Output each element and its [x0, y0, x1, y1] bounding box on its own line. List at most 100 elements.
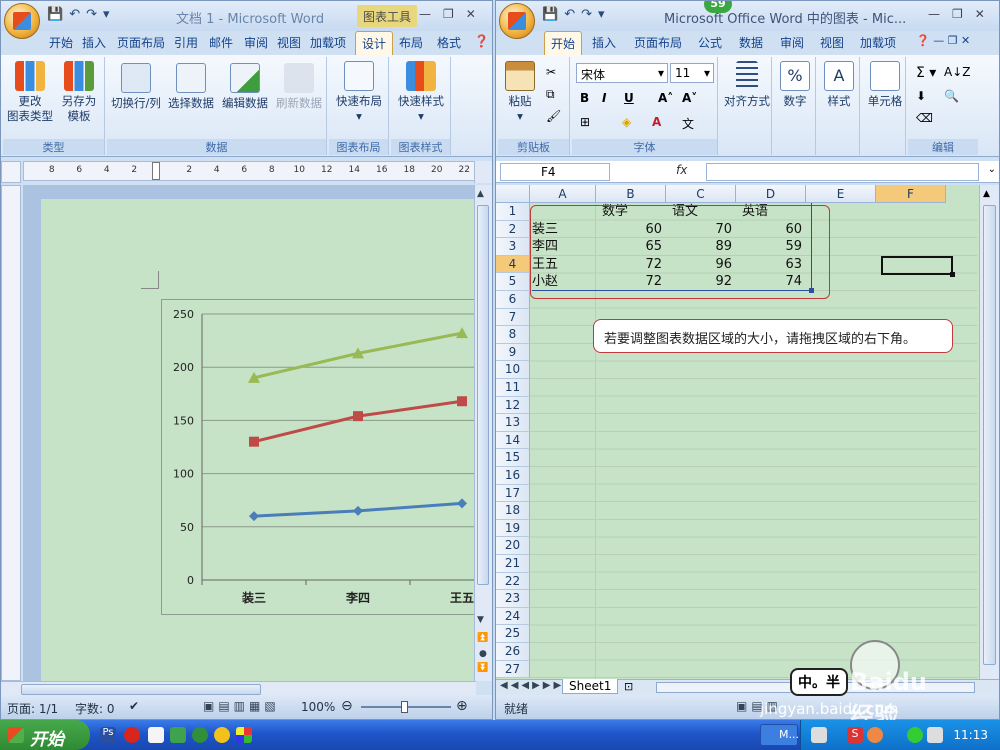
column-header-d[interactable]: D	[736, 185, 806, 203]
app4-icon[interactable]	[236, 727, 252, 743]
borders-icon[interactable]: ⊞	[580, 115, 590, 129]
tab-page-layout[interactable]: 页面布局	[634, 34, 682, 51]
column-header-c[interactable]: C	[666, 185, 736, 203]
tab-home[interactable]: 开始	[49, 34, 73, 51]
zoom-in-icon[interactable]: ⊕	[456, 698, 468, 714]
tray-volume-icon[interactable]	[927, 727, 943, 743]
excel-horizontal-scrollbar[interactable]	[656, 682, 975, 693]
tray-s-icon[interactable]: S	[847, 727, 863, 743]
chart-data-range-border[interactable]	[532, 203, 812, 291]
start-button[interactable]: 开始	[0, 720, 90, 750]
excel-vertical-scrollbar[interactable]: ▲	[979, 185, 999, 679]
copy-icon[interactable]: ⧉	[546, 87, 555, 102]
view-buttons[interactable]: ▣▤▥	[736, 699, 782, 713]
row-header[interactable]: 27	[496, 660, 530, 679]
tray-app-icon[interactable]	[867, 727, 883, 743]
sheet-tab-sheet1[interactable]: Sheet1	[562, 679, 619, 694]
qat-more-icon[interactable]: ▾	[103, 7, 110, 22]
shrink-font-icon[interactable]: A˅	[682, 91, 697, 105]
format-painter-icon[interactable]: 🖌	[546, 109, 561, 123]
undo-icon[interactable]: ↶	[564, 7, 575, 22]
row-header[interactable]: 22	[496, 572, 530, 591]
view-buttons[interactable]: ▣▤▥▦▧	[203, 699, 280, 713]
close-icon[interactable]: ✕	[466, 7, 476, 21]
app3-icon[interactable]	[214, 727, 230, 743]
scroll-up-icon[interactable]: ▲	[477, 189, 489, 201]
tab-addins[interactable]: 加载项	[310, 34, 346, 51]
font-name-select[interactable]: 宋体 ▾	[576, 63, 668, 83]
change-chart-type-button[interactable]: 更改 图表类型	[7, 61, 53, 124]
row-header[interactable]: 24	[496, 607, 530, 626]
undo-icon[interactable]: ↶	[69, 7, 80, 22]
indent-marker-icon[interactable]	[152, 162, 160, 180]
name-box[interactable]: F4	[500, 163, 610, 181]
grow-font-icon[interactable]: A˄	[658, 91, 673, 105]
fx-icon[interactable]: fx	[676, 163, 687, 177]
tab-home[interactable]: 开始	[544, 31, 583, 55]
sheet-nav-icons[interactable]: ◀◀◀▶▶▶	[500, 680, 564, 691]
row-header[interactable]: 8	[496, 326, 530, 344]
taskbar-window-button[interactable]: M...	[760, 724, 799, 746]
cut-icon[interactable]: ✂	[546, 65, 556, 79]
save-icon[interactable]: 💾	[47, 7, 63, 22]
italic-icon[interactable]: I	[602, 91, 606, 105]
restore-icon[interactable]: ❐	[443, 7, 454, 21]
restore-icon[interactable]: ❐	[952, 7, 963, 21]
office-button[interactable]	[499, 3, 535, 39]
tab-insert[interactable]: 插入	[592, 34, 616, 51]
tab-review[interactable]: 审阅	[780, 34, 804, 51]
shield-icon[interactable]	[192, 727, 208, 743]
tab-format[interactable]: 格式	[437, 34, 461, 51]
proofing-icon[interactable]: ✔	[129, 699, 139, 713]
expand-formula-icon[interactable]: ⌄	[988, 164, 996, 175]
sort-filter-icon[interactable]: A↓Z	[944, 65, 970, 79]
fill-icon[interactable]: ⬇	[916, 89, 926, 103]
redo-icon[interactable]: ↷	[581, 7, 592, 22]
tab-view[interactable]: 视图	[820, 34, 844, 51]
column-header-b[interactable]: B	[596, 185, 666, 203]
save-icon[interactable]: 💾	[542, 7, 558, 22]
row-header[interactable]: 7	[496, 308, 530, 327]
save-as-template-button[interactable]: 另存为 模板	[55, 61, 103, 124]
tab-addins[interactable]: 加载项	[860, 34, 896, 51]
tab-insert[interactable]: 插入	[82, 34, 106, 51]
row-header[interactable]: 5	[496, 273, 530, 291]
prev-page-icon[interactable]: ⏫	[477, 633, 488, 643]
zoom-out-icon[interactable]: ⊖	[341, 698, 353, 714]
phonetic-icon[interactable]: 文	[682, 115, 694, 132]
row-header[interactable]: 16	[496, 467, 530, 485]
row-header[interactable]: 3	[496, 238, 530, 256]
selected-cell-f4[interactable]	[881, 256, 953, 275]
zoom-slider-thumb[interactable]	[401, 701, 408, 713]
row-header[interactable]: 14	[496, 431, 530, 450]
minimize-icon[interactable]: —	[419, 7, 431, 21]
word-count[interactable]: 字数: 0	[75, 700, 115, 717]
row-header[interactable]: 15	[496, 449, 530, 467]
scroll-down-icon[interactable]: ▼	[477, 615, 484, 625]
browse-object-icon[interactable]: ●	[479, 649, 487, 659]
scroll-thumb[interactable]	[477, 205, 489, 585]
row-header[interactable]: 1	[496, 203, 530, 221]
styles-button[interactable]: A 样式	[820, 61, 858, 109]
view-ruler-icon[interactable]	[474, 161, 492, 183]
help-icon[interactable]: ❓ — ❐ ✕	[916, 34, 970, 47]
ruler-toggle[interactable]	[1, 161, 21, 183]
tab-page-layout[interactable]: 页面布局	[117, 34, 165, 51]
fill-color-icon[interactable]: ◈	[622, 115, 631, 129]
row-header[interactable]: 6	[496, 291, 530, 309]
minimize-icon[interactable]: —	[928, 7, 940, 21]
paste-button[interactable]: 粘贴 ▾	[502, 61, 538, 124]
select-all-corner[interactable]	[496, 185, 530, 203]
embedded-chart[interactable]: 0 50 100 150 200 250 装三 李四 王五	[161, 299, 475, 615]
font-size-select[interactable]: 11 ▾	[670, 63, 714, 83]
tab-design[interactable]: 设计	[355, 31, 394, 55]
scroll-up-icon[interactable]: ▲	[983, 189, 990, 199]
document-page[interactable]: 0 50 100 150 200 250 装三 李四 王五	[41, 199, 475, 681]
app2-icon[interactable]	[170, 727, 186, 743]
row-header[interactable]: 13	[496, 414, 530, 432]
photoshop-icon[interactable]: Ps	[100, 727, 116, 743]
column-header-e[interactable]: E	[806, 185, 876, 203]
tab-references[interactable]: 引用	[174, 34, 198, 51]
redo-icon[interactable]: ↷	[86, 7, 97, 22]
edit-data-button[interactable]: 编辑数据	[219, 63, 271, 111]
